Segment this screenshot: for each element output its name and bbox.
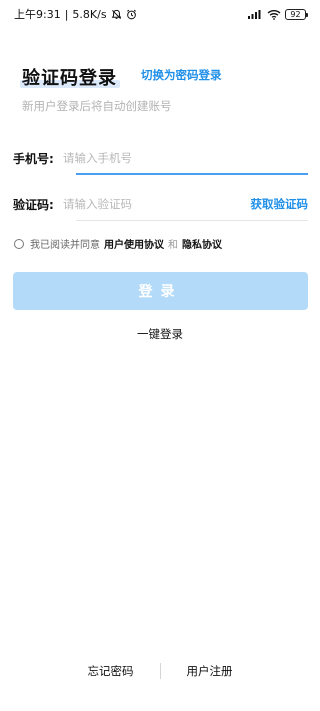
mute-icon bbox=[111, 9, 122, 20]
code-row: 验证码: 获取验证码 bbox=[13, 189, 309, 221]
get-code-button[interactable]: 获取验证码 bbox=[251, 196, 309, 212]
code-label: 验证码: bbox=[13, 197, 54, 212]
phone-input[interactable] bbox=[63, 143, 308, 173]
bottom-links: 忘记密码 用户注册 bbox=[0, 662, 320, 680]
agreement-row: 我已阅读并同意 用户使用协议 和 隐私协议 bbox=[14, 236, 222, 251]
login-button[interactable]: 登录 bbox=[13, 272, 308, 310]
page-title: 验证码登录 bbox=[22, 68, 117, 89]
status-left: 上午9:31 | 5.8K/s bbox=[14, 6, 137, 22]
one-key-login-link[interactable]: 一键登录 bbox=[0, 326, 320, 342]
battery-icon: 92 bbox=[285, 8, 308, 20]
phone-row: 手机号: bbox=[13, 143, 308, 175]
status-net-speed: 5.8K/s bbox=[72, 7, 107, 21]
login-screen: 上午9:31 | 5.8K/s 92 验证码登录 切换为密码登录 新用户登录后将… bbox=[0, 0, 320, 711]
agreement-checkbox[interactable] bbox=[14, 238, 24, 249]
privacy-link[interactable]: 隐私协议 bbox=[182, 236, 222, 251]
code-input[interactable] bbox=[63, 189, 245, 219]
phone-underline bbox=[76, 173, 308, 175]
alarm-icon bbox=[126, 9, 137, 20]
forgot-password-link[interactable]: 忘记密码 bbox=[62, 663, 160, 679]
register-link[interactable]: 用户注册 bbox=[161, 663, 259, 679]
agreement-and: 和 bbox=[168, 240, 178, 251]
status-time: 上午9:31 bbox=[14, 8, 61, 21]
title-wrap: 验证码登录 bbox=[20, 62, 120, 90]
wifi-icon bbox=[267, 9, 281, 20]
subtitle: 新用户登录后将自动创建账号 bbox=[22, 99, 172, 113]
code-underline bbox=[76, 220, 308, 221]
signal-icon bbox=[247, 9, 263, 20]
status-separator: | bbox=[64, 7, 69, 21]
status-right: 92 bbox=[247, 8, 308, 20]
terms-link[interactable]: 用户使用协议 bbox=[104, 236, 164, 251]
agreement-prefix: 我已阅读并同意 bbox=[30, 240, 100, 251]
phone-label: 手机号: bbox=[13, 151, 54, 166]
battery-level: 92 bbox=[290, 9, 301, 19]
status-bar: 上午9:31 | 5.8K/s 92 bbox=[0, 0, 320, 28]
switch-to-password-login-link[interactable]: 切换为密码登录 bbox=[141, 67, 222, 83]
